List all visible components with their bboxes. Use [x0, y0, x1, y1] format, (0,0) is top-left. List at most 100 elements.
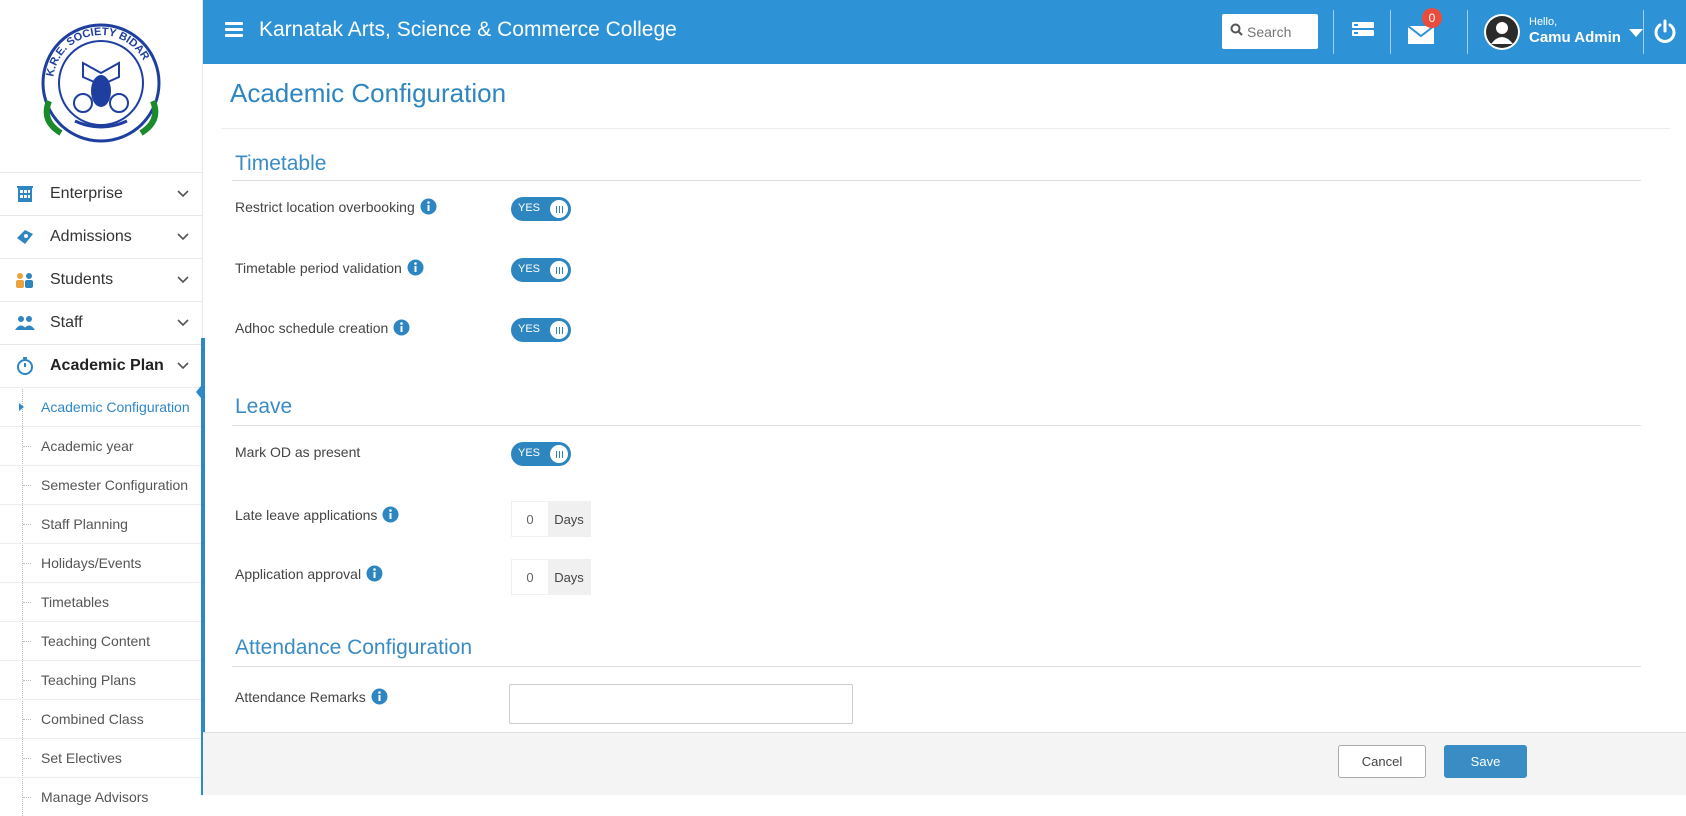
staff-icon: [14, 313, 36, 333]
sidebar-item-students[interactable]: Students: [0, 258, 202, 301]
submenu-item-label: Academic year: [41, 438, 134, 454]
section-title-timetable: Timetable: [235, 152, 327, 175]
submenu-item-academic-year[interactable]: Academic year: [0, 426, 202, 465]
section-title-attendance: Attendance Configuration: [235, 636, 472, 659]
sidebar-item-staff[interactable]: Staff: [0, 301, 202, 344]
toggle-knob: [550, 321, 568, 339]
server-icon[interactable]: [1350, 18, 1376, 44]
submenu-item-set-electives[interactable]: Set Electives: [0, 738, 202, 777]
hamburger-menu-icon[interactable]: [225, 22, 243, 38]
submenu-item-label: Manage Advisors: [41, 789, 149, 805]
info-icon[interactable]: [371, 688, 388, 705]
info-icon[interactable]: [407, 259, 424, 276]
submenu-item-academic-configuration[interactable]: Academic Configuration: [0, 387, 202, 426]
field-label-mark-od: Mark OD as present: [235, 444, 360, 460]
timetable-period-toggle[interactable]: YES: [511, 258, 571, 282]
cancel-button[interactable]: Cancel: [1338, 745, 1426, 778]
search-icon: [1230, 23, 1243, 41]
adhoc-schedule-toggle[interactable]: YES: [511, 318, 571, 342]
submenu-item-semester-configuration[interactable]: Semester Configuration: [0, 465, 202, 504]
field-label-timetable-period: Timetable period validation: [235, 259, 424, 276]
info-icon[interactable]: [366, 565, 383, 582]
submenu-item-label: Semester Configuration: [41, 477, 189, 493]
form-footer: Cancel Save: [203, 732, 1686, 795]
field-label-application-approval: Application approval: [235, 565, 383, 582]
toggle-state-label: YES: [518, 447, 541, 459]
save-button[interactable]: Save: [1444, 745, 1527, 778]
field-label-restrict-location: Restrict location overbooking: [235, 198, 437, 215]
submenu-item-label: Teaching Plans: [41, 672, 136, 688]
avatar[interactable]: [1484, 14, 1520, 50]
submenu-item-label: Set Electives: [41, 750, 122, 766]
info-icon[interactable]: [382, 506, 399, 523]
top-bar: Karnatak Arts, Science & Commerce Colleg…: [203, 0, 1686, 64]
sidebar-item-label: Academic Plan: [50, 357, 164, 374]
sidebar: K.R.E. SOCIETY BIDAR Enterprise Admissio…: [0, 0, 205, 816]
submenu-item-teaching-plans[interactable]: Teaching Plans: [0, 660, 202, 699]
field-label-text: Application approval: [235, 565, 362, 582]
submenu-item-staff-planning[interactable]: Staff Planning: [0, 504, 202, 543]
field-label-text: Attendance Remarks: [235, 688, 366, 705]
college-name: Karnatak Arts, Science & Commerce Colleg…: [259, 18, 677, 41]
submenu-item-label: Academic Configuration: [41, 399, 190, 415]
search-box[interactable]: [1222, 14, 1318, 49]
sidebar-item-label: Enterprise: [50, 185, 123, 202]
field-label-text: Restrict location overbooking: [235, 198, 415, 215]
sidebar-item-admissions[interactable]: Admissions: [0, 215, 202, 258]
field-label-attendance-remarks: Attendance Remarks: [235, 688, 388, 705]
chevron-down-icon: [176, 359, 190, 373]
power-icon[interactable]: [1651, 18, 1679, 46]
stopwatch-icon: [14, 356, 36, 376]
submenu-item-label: Staff Planning: [41, 516, 128, 532]
days-unit-label: Days: [548, 560, 590, 594]
field-label-text: Adhoc schedule creation: [235, 319, 389, 336]
chevron-down-icon: [176, 273, 190, 287]
chevron-down-icon: [176, 187, 190, 201]
application-approval-days-field: Days: [511, 559, 591, 595]
topbar-divider: [1467, 10, 1468, 54]
section-divider: [232, 666, 1641, 667]
academic-plan-submenu: Academic Configuration Academic year Sem…: [0, 387, 202, 816]
search-input[interactable]: [1247, 23, 1317, 40]
late-leave-days-field: Days: [511, 501, 591, 537]
submenu-item-label: Teaching Content: [41, 633, 150, 649]
submenu-item-label: Combined Class: [41, 711, 144, 727]
toggle-knob: [550, 200, 568, 218]
chevron-down-icon: [176, 316, 190, 330]
section-divider: [232, 425, 1641, 426]
info-icon[interactable]: [420, 198, 437, 215]
toggle-state-label: YES: [518, 323, 541, 335]
user-menu-caret-icon[interactable]: [1629, 29, 1643, 37]
sidebar-item-enterprise[interactable]: Enterprise: [0, 172, 202, 215]
submenu-item-teaching-content[interactable]: Teaching Content: [0, 621, 202, 660]
caret-right-icon: [19, 403, 24, 411]
info-icon[interactable]: [393, 319, 410, 336]
mark-od-toggle[interactable]: YES: [511, 442, 571, 466]
restrict-location-toggle[interactable]: YES: [511, 197, 571, 221]
submenu-item-timetables[interactable]: Timetables: [0, 582, 202, 621]
submenu-item-label: Timetables: [41, 594, 109, 610]
submenu-item-manage-advisors[interactable]: Manage Advisors: [0, 777, 202, 816]
students-icon: [14, 270, 36, 290]
toggle-state-label: YES: [518, 202, 541, 214]
field-label-text: Late leave applications: [235, 506, 378, 523]
main-content: Academic Configuration Timetable Restric…: [203, 64, 1686, 732]
user-name[interactable]: Camu Admin: [1529, 29, 1621, 46]
sidebar-item-label: Staff: [50, 314, 83, 331]
days-unit-label: Days: [548, 502, 590, 536]
toggle-knob: [550, 445, 568, 463]
topbar-divider: [1643, 10, 1644, 54]
sidebar-item-academic-plan[interactable]: Academic Plan: [0, 344, 202, 387]
topbar-divider: [1333, 10, 1334, 54]
attendance-remarks-select[interactable]: [509, 684, 853, 724]
application-approval-days-input[interactable]: [512, 560, 548, 594]
submenu-item-holidays-events[interactable]: Holidays/Events: [0, 543, 202, 582]
late-leave-days-input[interactable]: [512, 502, 548, 536]
college-logo: K.R.E. SOCIETY BIDAR: [0, 0, 202, 172]
submenu-item-label: Holidays/Events: [41, 555, 142, 571]
sidebar-item-label: Admissions: [50, 228, 132, 245]
sidebar-item-label: Students: [50, 271, 114, 288]
toggle-state-label: YES: [518, 263, 541, 275]
page-title: Academic Configuration: [230, 78, 507, 108]
submenu-item-combined-class[interactable]: Combined Class: [0, 699, 202, 738]
